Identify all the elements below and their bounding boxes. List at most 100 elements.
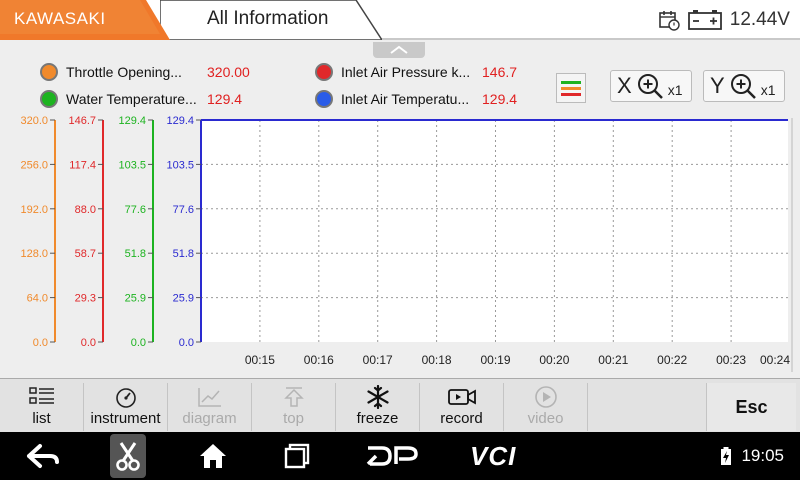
y-axis-tick-label: 256.0 [20,159,48,171]
back-icon[interactable] [26,442,60,470]
x-zoom-button[interactable]: X x1 [610,70,692,102]
y-axis-tick-label: 0.0 [33,337,48,349]
y-axis-tick-label: 117.4 [69,159,96,171]
top-button[interactable]: top [252,383,336,431]
video-button[interactable]: video [504,383,588,431]
y-axis-tick-label: 77.6 [173,204,194,216]
y-zoom-multiplier: x1 [760,82,776,98]
y-axis-tick-label: 320.0 [20,115,48,127]
x-axis-tick-label: 00:18 [422,353,452,367]
y-axis-tick-label: 51.8 [125,248,146,260]
legend-label: Inlet Air Pressure k... [341,64,471,80]
tool-label: video [527,410,564,427]
y-axis-tick-label: 51.8 [173,248,194,260]
clock: 19:05 [741,446,784,465]
line-swatch [561,80,581,84]
status-area: 12.44V [658,7,790,33]
y-axis-tick-label: 103.5 [166,159,194,171]
wifi-icon [696,446,716,466]
tool-label: record [440,410,483,427]
instrument-button[interactable]: instrument [84,383,168,431]
legend-color-dot [40,63,58,81]
legend-color-dot [40,90,58,108]
x-axis-tick-label: 00:16 [304,353,334,367]
legend-item-water-temperature[interactable]: Water Temperature... [40,89,198,109]
dp-logo-mark [366,446,418,466]
video-camera-icon [447,385,477,409]
y-axis-tick-label: 77.6 [125,204,146,216]
zoom-in-icon [730,74,756,99]
legend-value: 146.7 [482,64,518,80]
plot-area [201,120,788,342]
gauge-icon [113,385,139,409]
legend-label: Throttle Opening... [66,64,182,80]
y-axis-tick-label: 129.4 [118,115,146,127]
x-axis-tick-label: 00:24 [760,353,790,367]
legend-color-dot [315,63,333,81]
tool-label: list [32,410,51,427]
legend-color-dot [315,90,333,108]
x-axis-tick-label: 00:22 [657,353,687,367]
x-zoom-multiplier: x1 [667,82,683,98]
line-swatch [561,86,581,90]
page-title: All Information [207,8,329,29]
bottom-toolbar: list instrument diagram top freeze recor… [0,378,800,432]
legend-item-inlet-air-pressure[interactable]: Inlet Air Pressure k... [315,62,475,82]
battery-status-icon [720,446,732,466]
y-zoom-button[interactable]: Y x1 [703,70,785,102]
scissors-icon[interactable] [110,434,146,478]
y-axis-tick-label: 88.0 [75,204,96,216]
x-axis-tick-label: 00:17 [363,353,393,367]
y-axis-tick-label: 25.9 [173,293,194,305]
esc-button[interactable]: Esc [706,383,796,431]
x-axis-label: X [617,73,632,98]
list-button[interactable]: list [0,383,84,431]
y-axis-tick-label: 0.0 [81,337,96,349]
legend-label: Inlet Air Temperatu... [341,91,470,107]
voltage-readout: 12.44V [729,9,790,30]
y-axis-tick-label: 64.0 [27,293,48,305]
data-stream-panel: 320.0 256.0 192.0 128.0 64.0 0.0 146.7 117.4 88.… [0,40,800,378]
y-axis-tick-label: 0.0 [179,337,194,349]
freeze-button[interactable]: freeze [336,383,420,431]
recent-apps-icon[interactable] [284,442,310,470]
legend-value: 129.4 [482,91,518,107]
collapse-tab[interactable] [373,42,425,58]
brand-label[interactable]: KAWASAKI [14,9,106,29]
dp-logo[interactable]: DP [366,442,418,470]
y-axis-tick-label: 103.5 [118,159,146,171]
diagram-button[interactable]: diagram [168,383,252,431]
x-axis-tick-label: 00:23 [716,353,746,367]
x-axis-tick-label: 00:20 [539,353,569,367]
zoom-in-icon [637,74,663,99]
arrow-up-icon [281,385,307,409]
home-icon[interactable] [198,442,228,470]
vci-logo[interactable]: VCI [470,440,517,471]
tool-label: top [283,410,304,427]
y-axis-tick-label: 25.9 [125,293,146,305]
vci-logo-text: VCI [470,440,517,471]
legend-value: 320.00 [207,64,250,80]
line-swatch [561,92,581,96]
y-axis-tick-label: 146.7 [68,115,96,127]
y-axis-tick-label: 192.0 [20,204,48,216]
legend-value: 129.4 [207,91,243,107]
x-axis-tick-label: 00:19 [480,353,510,367]
snowflake-icon [365,385,391,409]
top-bar: KAWASAKI All Information 12.44V [0,0,800,40]
record-button[interactable]: record [420,383,504,431]
tool-label: instrument [90,410,161,427]
y-axis-tick-label: 129.4 [166,115,194,127]
y-axis-tick-label: 0.0 [131,337,146,349]
legend-item-inlet-air-temperature[interactable]: Inlet Air Temperatu... [315,89,475,109]
system-nav-bar: DP VCI 19:05 [0,432,800,480]
y-axis-tick-label: 128.0 [20,248,48,260]
legend-item-throttle-opening[interactable]: Throttle Opening... [40,62,188,82]
calendar-clock-icon[interactable] [658,9,680,31]
tool-label: diagram [182,410,237,427]
series-color-toggle-button[interactable] [556,73,586,103]
list-icon [28,385,55,409]
play-circle-icon [533,385,559,409]
legend-label: Water Temperature... [66,91,197,107]
tool-label: freeze [356,410,399,427]
